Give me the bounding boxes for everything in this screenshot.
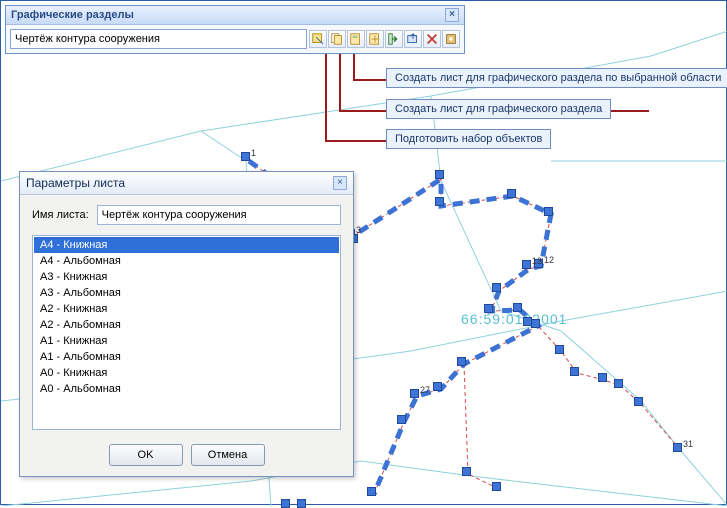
graphics-panel: Графические разделы × [5,5,465,54]
vertex-marker[interactable] [544,207,553,216]
vertex-marker[interactable] [673,443,682,452]
tooltip-create-sheet-area: Создать лист для графического раздела по… [386,68,727,88]
vertex-marker[interactable] [531,319,540,328]
graphics-panel-title-text: Графические разделы [11,9,134,21]
tool-export-icon[interactable] [404,30,422,48]
list-item[interactable]: A1 - Альбомная [34,349,339,365]
sheet-name-input[interactable] [97,205,341,225]
vertex-marker[interactable] [435,170,444,179]
vertex-marker[interactable] [367,487,376,496]
vertex-marker[interactable] [634,397,643,406]
list-item[interactable]: A3 - Альбомная [34,285,339,301]
tool-delete-icon[interactable] [423,30,441,48]
tool-select-icon[interactable] [309,30,327,48]
vertex-marker[interactable] [297,499,306,508]
vertex-marker[interactable] [555,345,564,354]
list-item[interactable]: A2 - Книжная [34,301,339,317]
vertex-marker[interactable] [410,389,419,398]
vertex-marker[interactable] [462,467,471,476]
tool-settings-icon[interactable] [442,30,460,48]
paper-size-list[interactable]: A4 - КнижнаяA4 - АльбомнаяA3 - КнижнаяA3… [32,235,341,430]
vertex-marker[interactable] [614,379,623,388]
list-item[interactable]: A0 - Книжная [34,365,339,381]
list-item[interactable]: A1 - Книжная [34,333,339,349]
tool-create-sheet-area-icon[interactable] [366,30,384,48]
list-item[interactable]: A4 - Книжная [34,237,339,253]
list-item[interactable]: A2 - Альбомная [34,317,339,333]
sheet-params-dialog: Параметры листа × Имя листа: A4 - Книжна… [19,171,354,477]
vertex-marker[interactable] [507,189,516,198]
dialog-title-text: Параметры листа [26,176,125,190]
vertex-marker[interactable] [484,304,493,313]
vertex-label: 13 [532,256,542,266]
tooltip-create-sheet: Создать лист для графического раздела [386,99,611,119]
tool-prepare-objects-icon[interactable] [328,30,346,48]
list-item[interactable]: A3 - Книжная [34,269,339,285]
vertex-marker[interactable] [513,303,522,312]
vertex-marker[interactable] [570,367,579,376]
graphics-section-input[interactable] [10,29,307,49]
vertex-marker[interactable] [492,482,501,491]
list-item[interactable]: A0 - Альбомная [34,381,339,397]
vertex-marker[interactable] [522,260,531,269]
vertex-marker[interactable] [397,415,406,424]
vertex-marker[interactable] [598,373,607,382]
cadastral-number: 66:59:0102001 [461,311,567,327]
vertex-label: 27 [420,385,430,395]
vertex-label: 31 [683,439,693,449]
sheet-name-label: Имя листа: [32,209,89,221]
tool-forward-icon[interactable] [385,30,403,48]
dialog-title-bar[interactable]: Параметры листа × [20,172,353,195]
graphics-panel-title[interactable]: Графические разделы × [6,6,464,25]
vertex-marker[interactable] [281,499,290,508]
vertex-marker[interactable] [435,197,444,206]
vertex-marker[interactable] [523,317,532,326]
vertex-marker[interactable] [457,357,466,366]
tooltip-prepare-objects: Подготовить набор объектов [386,129,551,149]
cancel-button[interactable]: Отмена [191,444,265,466]
graphics-toolbar [309,30,460,48]
dialog-close-icon[interactable]: × [333,176,347,190]
vertex-label: 1 [251,148,256,158]
list-item[interactable]: A4 - Альбомная [34,253,339,269]
vertex-label: 12 [544,255,554,265]
vertex-marker[interactable] [433,382,442,391]
ok-button[interactable]: OK [109,444,183,466]
vertex-marker[interactable] [241,152,250,161]
vertex-marker[interactable] [492,283,501,292]
tool-create-sheet-icon[interactable] [347,30,365,48]
close-icon[interactable]: × [445,8,459,22]
